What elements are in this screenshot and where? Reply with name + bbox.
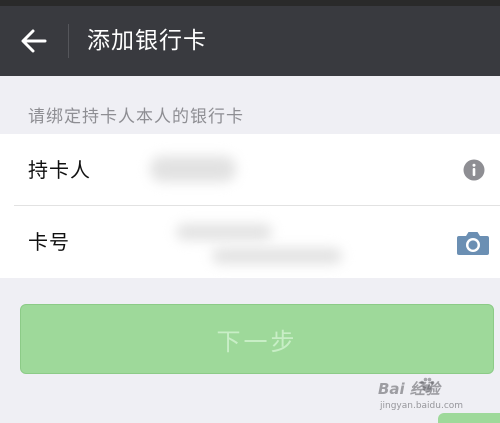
watermark-url: jingyan.baidu.com bbox=[380, 401, 464, 411]
cardholder-row: 持卡人 bbox=[0, 134, 500, 206]
card-number-row: 卡号 bbox=[0, 206, 500, 278]
bottom-button-edge bbox=[438, 413, 500, 423]
arrow-left-icon bbox=[21, 29, 47, 53]
paw-icon bbox=[420, 377, 435, 392]
bank-card-form: 持卡人 卡号 bbox=[0, 134, 500, 278]
app-header: 添加银行卡 bbox=[0, 6, 500, 76]
cardholder-input[interactable] bbox=[150, 148, 444, 194]
info-icon[interactable] bbox=[463, 159, 485, 181]
back-button[interactable] bbox=[14, 21, 54, 61]
card-number-input[interactable] bbox=[150, 220, 444, 266]
next-step-button[interactable]: 下一步 bbox=[20, 304, 494, 374]
camera-icon[interactable] bbox=[456, 230, 490, 256]
cardholder-label: 持卡人 bbox=[28, 158, 91, 182]
page-title: 添加银行卡 bbox=[87, 28, 207, 54]
bind-hint-text: 请绑定持卡人本人的银行卡 bbox=[28, 107, 244, 127]
next-step-label: 下一步 bbox=[216, 327, 298, 356]
header-divider bbox=[68, 24, 69, 58]
card-number-label: 卡号 bbox=[28, 230, 70, 254]
